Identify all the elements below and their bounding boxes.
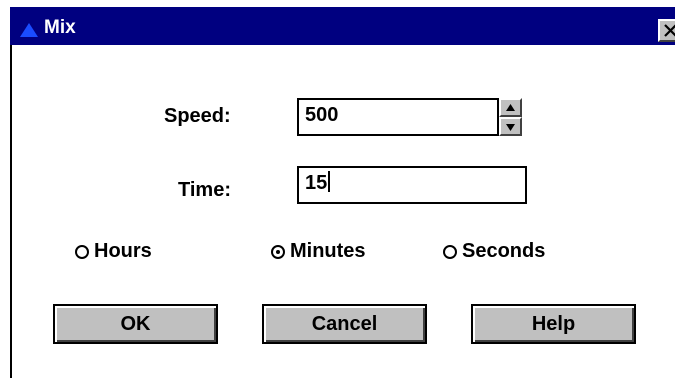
radio-hours-circle[interactable] [75, 244, 89, 259]
title-bar[interactable]: Mix [10, 7, 675, 45]
radio-minutes-label: Minutes [290, 240, 366, 262]
text-caret [328, 171, 331, 192]
radio-seconds[interactable]: Seconds [443, 240, 545, 263]
close-button[interactable] [658, 19, 675, 42]
arrow-down-icon [506, 124, 515, 131]
spin-down-button[interactable] [499, 117, 522, 136]
radio-minutes[interactable]: Minutes [271, 240, 366, 263]
spin-up-button[interactable] [499, 98, 522, 117]
app-icon [20, 23, 38, 37]
speed-label: Speed: [164, 105, 231, 127]
radio-seconds-circle[interactable] [443, 244, 457, 259]
time-value: 15 [305, 172, 328, 194]
time-input[interactable]: 15 [297, 166, 527, 204]
speed-value: 500 [305, 104, 339, 126]
arrow-up-icon [506, 104, 515, 111]
close-icon [664, 24, 675, 37]
help-button[interactable]: Help [471, 304, 636, 344]
window-title: Mix [44, 17, 76, 38]
speed-spinner[interactable] [499, 98, 522, 136]
cancel-button[interactable]: Cancel [262, 304, 427, 344]
radio-hours[interactable]: Hours [75, 240, 152, 263]
time-label: Time: [178, 179, 231, 201]
radio-seconds-label: Seconds [462, 240, 546, 262]
window-frame-left [10, 45, 12, 378]
radio-hours-label: Hours [94, 240, 152, 262]
ok-button[interactable]: OK [53, 304, 218, 344]
radio-minutes-circle[interactable] [271, 244, 285, 259]
speed-input[interactable]: 500 [297, 98, 499, 136]
